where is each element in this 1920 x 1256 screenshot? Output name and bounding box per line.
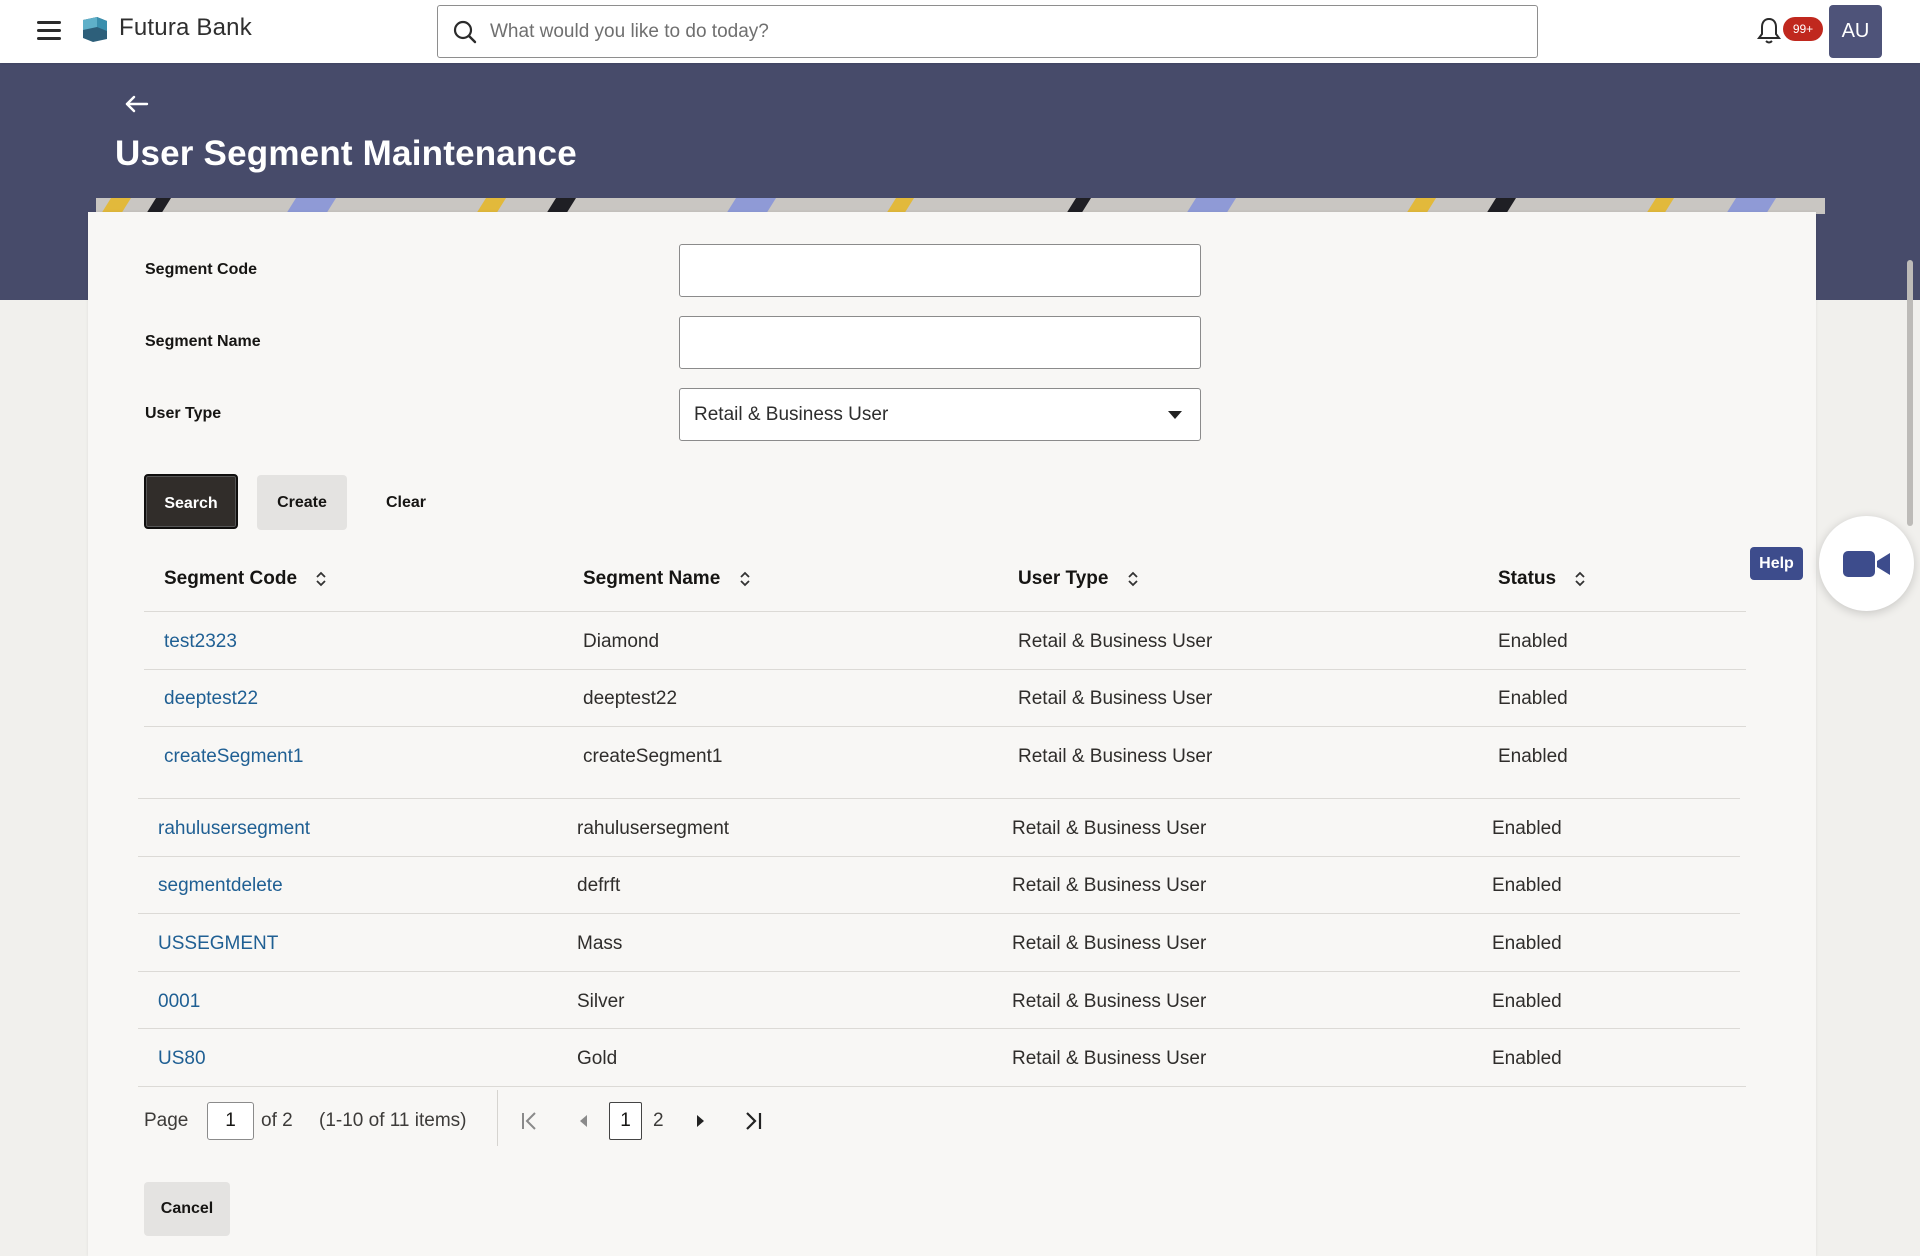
segment-name-cell: defrft xyxy=(577,875,621,896)
brand-name: Futura Bank xyxy=(119,14,252,41)
help-button[interactable]: Help xyxy=(1750,547,1803,580)
bank-logo-icon xyxy=(83,17,107,42)
segment-code-link[interactable]: deeptest22 xyxy=(164,688,258,710)
segment-name-cell: createSegment1 xyxy=(583,746,723,767)
row-divider xyxy=(138,913,1740,914)
search-button[interactable]: Search xyxy=(144,474,238,529)
status-cell: Enabled xyxy=(1492,933,1562,954)
segment-code-label: Segment Code xyxy=(145,261,258,278)
notification-bell-icon[interactable] xyxy=(1755,16,1783,46)
page-label: Page xyxy=(144,1110,189,1131)
items-count-label: (1-10 of 11 items) xyxy=(319,1110,467,1131)
next-page-icon[interactable] xyxy=(689,1110,711,1132)
segment-code-link[interactable]: rahulusersegment xyxy=(158,818,310,840)
segment-name-label: Segment Name xyxy=(145,333,261,350)
video-camera-icon xyxy=(1843,551,1890,577)
segment-name-cell: Gold xyxy=(577,1048,618,1069)
column-header-label: Segment Name xyxy=(583,568,721,589)
segment-name-cell: Diamond xyxy=(583,631,660,652)
row-divider xyxy=(138,798,1740,799)
user-type-cell: Retail & Business User xyxy=(1018,746,1213,767)
row-divider xyxy=(138,1028,1740,1029)
scrollbar-thumb[interactable] xyxy=(1907,260,1913,526)
user-type-select[interactable]: Retail & Business User xyxy=(679,388,1201,441)
sort-icon[interactable] xyxy=(1573,569,1587,589)
clear-button[interactable]: Clear xyxy=(366,475,446,530)
page-title: User Segment Maintenance xyxy=(115,134,577,173)
column-header-status[interactable]: Status xyxy=(1498,568,1587,590)
user-type-value: Retail & Business User xyxy=(694,404,889,425)
user-avatar[interactable]: AU xyxy=(1829,5,1882,58)
column-header-label: Segment Code xyxy=(164,568,298,589)
pagination-divider xyxy=(497,1090,498,1146)
row-divider xyxy=(144,669,1746,670)
segment-code-link[interactable]: createSegment1 xyxy=(164,746,303,768)
status-cell: Enabled xyxy=(1498,746,1568,767)
user-type-cell: Retail & Business User xyxy=(1012,933,1207,954)
user-type-cell: Retail & Business User xyxy=(1012,875,1207,896)
user-type-cell: Retail & Business User xyxy=(1012,991,1207,1012)
segment-name-cell: Mass xyxy=(577,933,623,954)
segment-name-input[interactable] xyxy=(680,317,1200,368)
page-2-link[interactable]: 2 xyxy=(653,1110,664,1132)
column-header-user-type[interactable]: User Type xyxy=(1018,568,1140,590)
sort-icon[interactable] xyxy=(738,569,752,589)
status-cell: Enabled xyxy=(1498,688,1568,709)
segment-code-input[interactable] xyxy=(680,245,1200,296)
segment-name-field[interactable] xyxy=(679,316,1201,369)
column-header-segment-name[interactable]: Segment Name xyxy=(583,568,752,590)
page-number-input[interactable]: 1 xyxy=(207,1102,254,1140)
global-search[interactable] xyxy=(437,5,1538,58)
last-page-icon[interactable] xyxy=(743,1110,765,1132)
segment-name-cell: Silver xyxy=(577,991,625,1012)
segment-code-link[interactable]: 0001 xyxy=(158,991,200,1013)
column-header-label: User Type xyxy=(1018,568,1109,589)
segment-code-link[interactable]: test2323 xyxy=(164,631,237,653)
sort-icon[interactable] xyxy=(314,569,328,589)
status-cell: Enabled xyxy=(1492,875,1562,896)
row-divider xyxy=(138,971,1740,972)
cancel-button[interactable]: Cancel xyxy=(144,1182,230,1236)
segment-name-cell: rahulusersegment xyxy=(577,818,730,839)
create-button[interactable]: Create xyxy=(257,475,347,530)
segment-code-link[interactable]: US80 xyxy=(158,1048,206,1070)
row-divider xyxy=(144,726,1746,727)
notification-badge: 99+ xyxy=(1783,17,1823,41)
first-page-icon[interactable] xyxy=(519,1110,541,1132)
status-cell: Enabled xyxy=(1492,818,1562,839)
back-arrow-icon[interactable] xyxy=(123,90,151,118)
segment-code-link[interactable]: USSEGMENT xyxy=(158,933,278,955)
video-call-button[interactable] xyxy=(1819,516,1914,611)
segment-code-field[interactable] xyxy=(679,244,1201,297)
column-header-label: Status xyxy=(1498,568,1557,589)
search-icon xyxy=(453,20,477,44)
previous-page-icon[interactable] xyxy=(573,1110,595,1132)
menu-icon[interactable] xyxy=(34,18,62,42)
status-cell: Enabled xyxy=(1498,631,1568,652)
user-type-cell: Retail & Business User xyxy=(1018,631,1213,652)
current-page-button[interactable]: 1 xyxy=(609,1102,642,1140)
row-divider xyxy=(138,1086,1746,1087)
top-bar: Futura Bank 99+ AU xyxy=(0,0,1920,63)
user-type-cell: Retail & Business User xyxy=(1012,818,1207,839)
row-divider xyxy=(144,611,1746,612)
user-type-label: User Type xyxy=(145,405,222,422)
user-type-cell: Retail & Business User xyxy=(1018,688,1213,709)
chevron-down-icon xyxy=(1168,411,1182,419)
segment-name-cell: deeptest22 xyxy=(583,688,678,709)
row-divider xyxy=(138,856,1740,857)
status-cell: Enabled xyxy=(1492,1048,1562,1069)
sort-icon[interactable] xyxy=(1126,569,1140,589)
user-type-cell: Retail & Business User xyxy=(1012,1048,1207,1069)
page-total-label: of 2 xyxy=(261,1110,293,1131)
segment-code-link[interactable]: segmentdelete xyxy=(158,875,283,897)
column-header-segment-code[interactable]: Segment Code xyxy=(164,568,328,590)
search-input[interactable] xyxy=(490,14,1520,50)
status-cell: Enabled xyxy=(1492,991,1562,1012)
